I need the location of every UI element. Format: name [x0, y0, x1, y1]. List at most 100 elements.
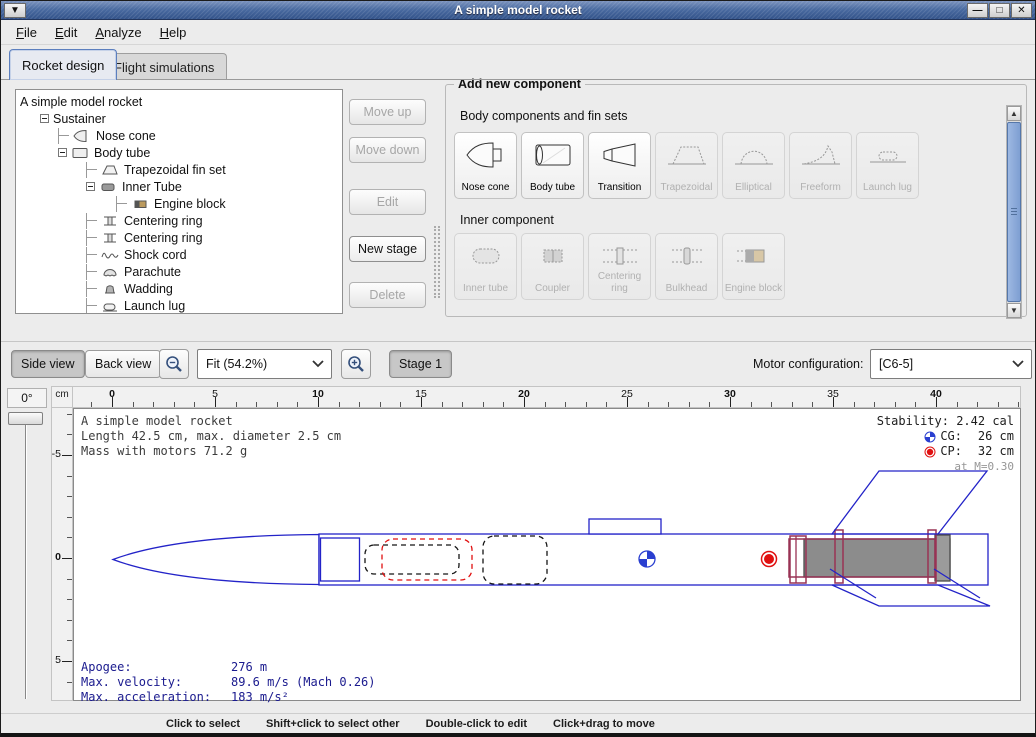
acceleration-value: 183 m/s² [231, 690, 376, 705]
cg-value: 26 cm [966, 429, 1014, 444]
add-coupler-button[interactable]: Coupler [521, 233, 584, 300]
centering-ring-icon [101, 214, 119, 228]
tree-connector [86, 281, 99, 297]
motor-configuration-select[interactable]: [C6-5] [870, 349, 1032, 379]
tree-item-nose-cone[interactable]: Nose cone [16, 127, 342, 144]
tree-item-engine-block[interactable]: Engine block [16, 195, 342, 212]
maximize-button[interactable]: □ [989, 3, 1010, 18]
fin-set-icon [101, 163, 119, 177]
tab-flight-simulations[interactable]: Flight simulations [101, 53, 227, 80]
tree-item-parachute[interactable]: Parachute [16, 263, 342, 280]
new-stage-button[interactable]: New stage [349, 236, 426, 262]
cp-icon [924, 446, 936, 458]
add-elliptical-fin-button[interactable]: Elliptical [722, 132, 785, 199]
centering-ring-icon [598, 241, 642, 271]
application-window: ▼ A simple model rocket — □ ✕ File Edit … [0, 0, 1036, 737]
tree-item-sustainer[interactable]: Sustainer [16, 110, 342, 127]
add-engine-block-button[interactable]: Engine block [722, 233, 785, 300]
nose-cone-icon [73, 129, 91, 143]
zoom-out-button[interactable] [159, 349, 189, 379]
zoom-level-select[interactable]: Fit (54.2%) [197, 349, 332, 379]
window-title: A simple model rocket [1, 3, 1035, 17]
magnifier-minus-icon [164, 354, 184, 374]
menu-analyze[interactable]: Analyze [86, 22, 150, 43]
menu-edit[interactable]: Edit [46, 22, 86, 43]
tab-rocket-design[interactable]: Rocket design [9, 49, 117, 80]
tree-item-shock-cord[interactable]: Shock cord [16, 246, 342, 263]
wadding-icon [101, 282, 119, 296]
add-launch-lug-button[interactable]: Launch lug [856, 132, 919, 199]
add-body-tube-button[interactable]: Body tube [521, 132, 584, 199]
collapse-icon[interactable] [40, 114, 49, 123]
add-inner-tube-button[interactable]: Inner tube [454, 233, 517, 300]
edit-button[interactable]: Edit [349, 189, 426, 215]
add-bulkhead-button[interactable]: Bulkhead [655, 233, 718, 300]
tab-bar: Rocket design Flight simulations [1, 45, 1035, 80]
move-down-button[interactable]: Move down [349, 137, 426, 163]
collapse-icon[interactable] [86, 182, 95, 191]
rotation-slider-track[interactable] [25, 417, 27, 699]
tree-item-centering-ring-1[interactable]: Centering ring [16, 212, 342, 229]
tree-connector [86, 298, 99, 314]
tree-item-body-tube[interactable]: Body tube [16, 144, 342, 161]
transition-icon [598, 140, 642, 170]
minimize-button[interactable]: — [967, 3, 988, 18]
inner-tube-icon [99, 180, 117, 194]
stage-1-toggle[interactable]: Stage 1 [389, 350, 452, 378]
shock-cord-icon [101, 248, 119, 262]
collapse-icon[interactable] [58, 148, 67, 157]
title-bar[interactable]: ▼ A simple model rocket — □ ✕ [1, 1, 1035, 20]
close-button[interactable]: ✕ [1011, 3, 1032, 18]
add-nose-cone-button[interactable]: Nose cone [454, 132, 517, 199]
side-view-button[interactable]: Side view [11, 350, 85, 378]
tree-connector [86, 264, 99, 280]
back-view-button[interactable]: Back view [85, 350, 161, 378]
cg-marker [639, 551, 655, 567]
rotation-slider-thumb[interactable] [8, 412, 43, 425]
horizontal-ruler: 0 5 10 15 20 25 30 35 40 [73, 386, 1021, 408]
parachute-icon [101, 265, 119, 279]
tree-item-rocket[interactable]: A simple model rocket [16, 93, 342, 110]
tree-connector [86, 162, 99, 178]
scroll-down-icon[interactable]: ▼ [1007, 303, 1021, 318]
body-tube-icon [531, 140, 575, 170]
motor-configuration-label: Motor configuration: [753, 357, 863, 371]
tree-connector [86, 247, 99, 263]
apogee-value: 276 m [231, 660, 376, 675]
component-tree: A simple model rocket Sustainer Nose con… [15, 89, 343, 314]
engine-block-icon [732, 241, 776, 271]
view-toolbar: Side view Back view Fit (54.2%) Stage 1 … [1, 341, 1035, 385]
launch-lug-icon [101, 299, 119, 313]
scroll-up-icon[interactable]: ▲ [1007, 106, 1021, 121]
tree-item-fin-set[interactable]: Trapezoidal fin set [16, 161, 342, 178]
add-freeform-fin-button[interactable]: Freeform [789, 132, 852, 199]
zoom-in-button[interactable] [341, 349, 371, 379]
bulkhead-icon [665, 241, 709, 271]
tree-item-inner-tube[interactable]: Inner Tube [16, 178, 342, 195]
magnifier-plus-icon [346, 354, 366, 374]
rotation-angle-value: 0° [7, 388, 47, 408]
coupler-icon [531, 241, 575, 271]
scrollbar-thumb[interactable] [1007, 122, 1021, 302]
move-up-button[interactable]: Move up [349, 99, 426, 125]
tree-item-launch-lug[interactable]: Launch lug [16, 297, 342, 314]
component-panel-scrollbar[interactable]: ▲ ▼ [1006, 105, 1022, 319]
inner-component-label: Inner component [460, 213, 554, 227]
tree-item-wadding[interactable]: Wadding [16, 280, 342, 297]
rocket-canvas[interactable]: A simple model rocket Length 42.5 cm, ma… [73, 408, 1021, 701]
menu-file[interactable]: File [7, 22, 46, 43]
add-transition-button[interactable]: Transition [588, 132, 651, 199]
velocity-value: 89.6 m/s (Mach 0.26) [231, 675, 376, 690]
cp-value: 32 cm [966, 444, 1014, 459]
ruler-unit-label: cm [51, 386, 73, 408]
body-tube-icon [71, 146, 89, 160]
add-centering-ring-button[interactable]: Centering ring [588, 233, 651, 300]
body-components-label: Body components and fin sets [460, 109, 627, 123]
nose-cone-icon [464, 140, 508, 170]
menu-help[interactable]: Help [151, 22, 196, 43]
add-trapezoidal-fin-button[interactable]: Trapezoidal [655, 132, 718, 199]
delete-button[interactable]: Delete [349, 282, 426, 308]
split-drag-handle[interactable] [434, 226, 440, 298]
freeform-fin-icon [799, 140, 843, 170]
tree-item-centering-ring-2[interactable]: Centering ring [16, 229, 342, 246]
